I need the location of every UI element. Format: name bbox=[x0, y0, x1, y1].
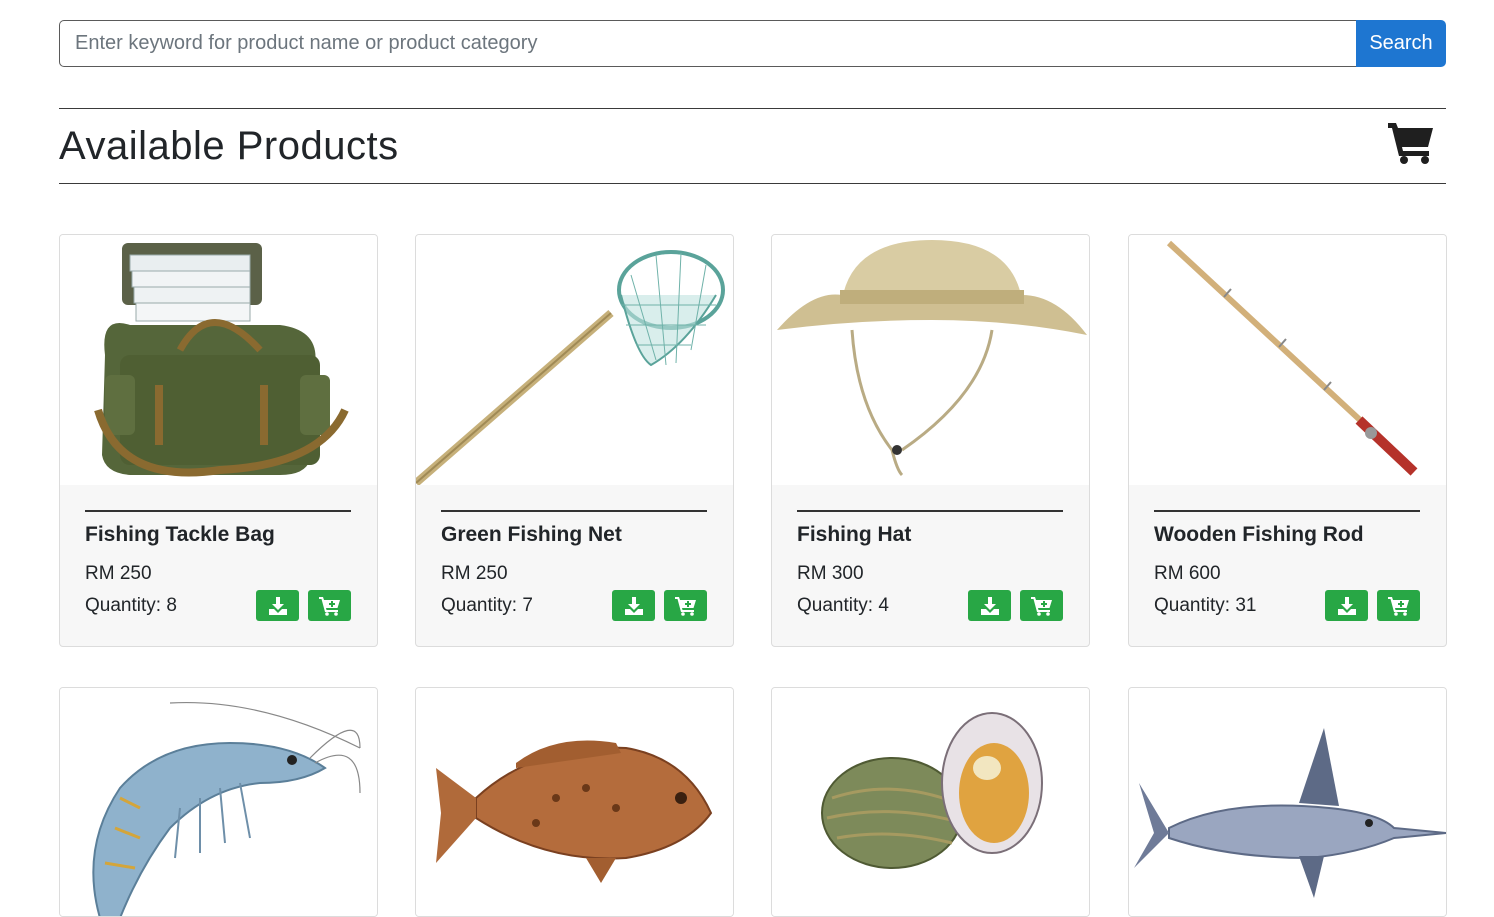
product-image bbox=[1129, 235, 1446, 485]
product-name: Fishing Hat bbox=[797, 523, 912, 546]
product-name: Green Fishing Net bbox=[441, 523, 622, 546]
cart-plus-icon bbox=[674, 596, 696, 616]
search-bar: Search bbox=[59, 20, 1446, 67]
product-card: Wooden Fishing Rod RM 600 Quantity: 31 bbox=[1128, 234, 1447, 647]
cart-plus-icon bbox=[1387, 596, 1409, 616]
search-input[interactable] bbox=[59, 20, 1356, 67]
header-divider-bottom bbox=[59, 183, 1446, 184]
page-title: Available Products bbox=[59, 124, 399, 168]
download-icon bbox=[1337, 596, 1356, 615]
cart-button[interactable] bbox=[1387, 120, 1435, 164]
card-divider bbox=[85, 510, 351, 512]
card-divider bbox=[1154, 510, 1420, 512]
product-card bbox=[59, 687, 378, 917]
quantity-label: Quantity: bbox=[441, 595, 523, 616]
quantity-value: 8 bbox=[166, 595, 177, 616]
header-divider-top bbox=[59, 108, 1446, 109]
download-button[interactable] bbox=[612, 590, 655, 621]
fishing-rod-image bbox=[1166, 240, 1418, 476]
product-image bbox=[416, 688, 733, 916]
prawn-image bbox=[92, 701, 361, 916]
download-icon bbox=[980, 596, 999, 615]
product-image bbox=[416, 235, 733, 485]
cart-plus-icon bbox=[318, 596, 340, 616]
add-to-cart-button[interactable] bbox=[308, 590, 351, 621]
product-image bbox=[772, 235, 1089, 485]
add-to-cart-button[interactable] bbox=[1020, 590, 1063, 621]
download-button[interactable] bbox=[968, 590, 1011, 621]
download-button[interactable] bbox=[1325, 590, 1368, 621]
grouper-fish-image bbox=[436, 740, 713, 883]
oyster-image bbox=[821, 712, 1043, 869]
quantity-value: 7 bbox=[522, 595, 533, 616]
quantity-label: Quantity: bbox=[797, 595, 879, 616]
product-price: RM 250 bbox=[85, 563, 152, 584]
cart-plus-icon bbox=[1030, 596, 1052, 616]
product-image bbox=[60, 688, 377, 916]
download-button[interactable] bbox=[256, 590, 299, 621]
product-quantity: Quantity: 7 bbox=[441, 595, 533, 617]
product-price: RM 250 bbox=[441, 563, 508, 584]
product-image bbox=[1129, 688, 1446, 916]
shopping-cart-icon bbox=[1388, 123, 1433, 164]
product-quantity: Quantity: 8 bbox=[85, 595, 177, 617]
fishing-hat-image bbox=[777, 240, 1087, 477]
product-price: RM 300 bbox=[797, 563, 864, 584]
product-card bbox=[415, 687, 734, 917]
download-icon bbox=[268, 596, 287, 615]
product-card: Fishing Tackle Bag RM 250 Quantity: 8 bbox=[59, 234, 378, 647]
product-image bbox=[60, 235, 377, 485]
quantity-label: Quantity: bbox=[1154, 595, 1236, 616]
product-image bbox=[772, 688, 1089, 916]
quantity-value: 31 bbox=[1235, 595, 1257, 616]
product-card bbox=[1128, 687, 1447, 917]
swordfish-image bbox=[1134, 728, 1446, 898]
product-card: Fishing Hat RM 300 Quantity: 4 bbox=[771, 234, 1090, 647]
search-button[interactable]: Search bbox=[1356, 20, 1446, 67]
product-quantity: Quantity: 4 bbox=[797, 595, 889, 617]
tackle-bag-image bbox=[94, 243, 349, 477]
card-divider bbox=[797, 510, 1063, 512]
product-name: Fishing Tackle Bag bbox=[85, 523, 275, 546]
product-card bbox=[771, 687, 1090, 917]
add-to-cart-button[interactable] bbox=[1377, 590, 1420, 621]
product-price: RM 600 bbox=[1154, 563, 1221, 584]
product-card: Green Fishing Net RM 250 Quantity: 7 bbox=[415, 234, 734, 647]
fishing-net-image bbox=[416, 250, 725, 485]
product-name: Wooden Fishing Rod bbox=[1154, 523, 1364, 546]
card-divider bbox=[441, 510, 707, 512]
quantity-label: Quantity: bbox=[85, 595, 167, 616]
product-quantity: Quantity: 31 bbox=[1154, 595, 1256, 617]
add-to-cart-button[interactable] bbox=[664, 590, 707, 621]
quantity-value: 4 bbox=[878, 595, 889, 616]
download-icon bbox=[624, 596, 643, 615]
